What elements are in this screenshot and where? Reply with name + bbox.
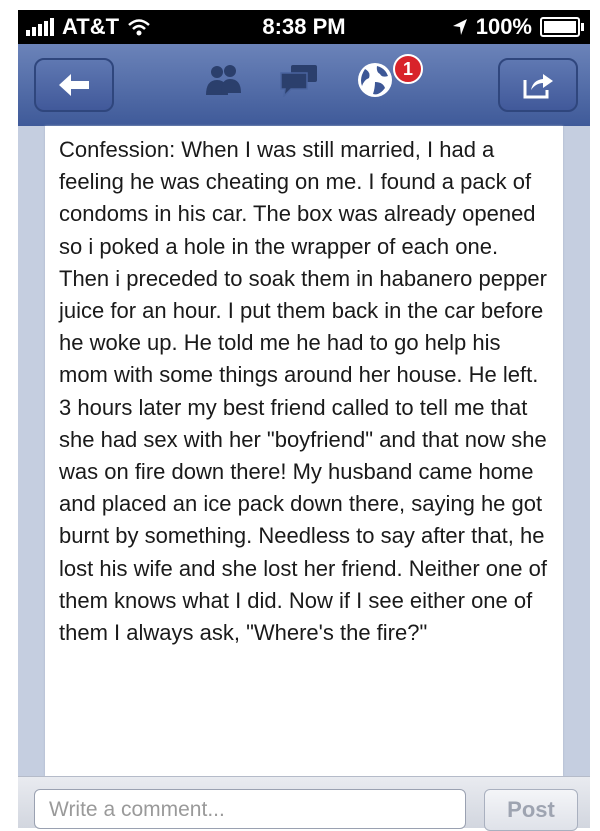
post-button[interactable]: Post <box>484 789 578 831</box>
friends-icon[interactable] <box>203 63 243 97</box>
battery-percent: 100% <box>475 14 532 39</box>
notifications-globe-icon[interactable] <box>355 60 395 100</box>
messages-icon[interactable] <box>279 63 319 97</box>
status-right: 100% <box>452 14 584 40</box>
post-card: Confession: When I was still married, I … <box>45 126 563 776</box>
status-bar: AT&T 8:38 PM 100% <box>18 10 590 44</box>
back-arrow-icon <box>59 74 89 96</box>
post-text: Confession: When I was still married, I … <box>59 137 547 646</box>
location-arrow-icon <box>452 19 467 35</box>
post-frame: Confession: When I was still married, I … <box>18 126 590 776</box>
share-button[interactable] <box>498 58 578 112</box>
navigation-bar: 1 <box>18 44 590 128</box>
share-icon <box>523 74 553 99</box>
comment-input[interactable]: Write a comment... <box>34 789 466 829</box>
back-button[interactable] <box>34 58 114 112</box>
comment-bar: Write a comment... Post <box>18 776 590 831</box>
notification-badge: 1 <box>393 54 423 84</box>
nav-icon-group <box>203 60 395 100</box>
battery-icon <box>540 17 584 37</box>
